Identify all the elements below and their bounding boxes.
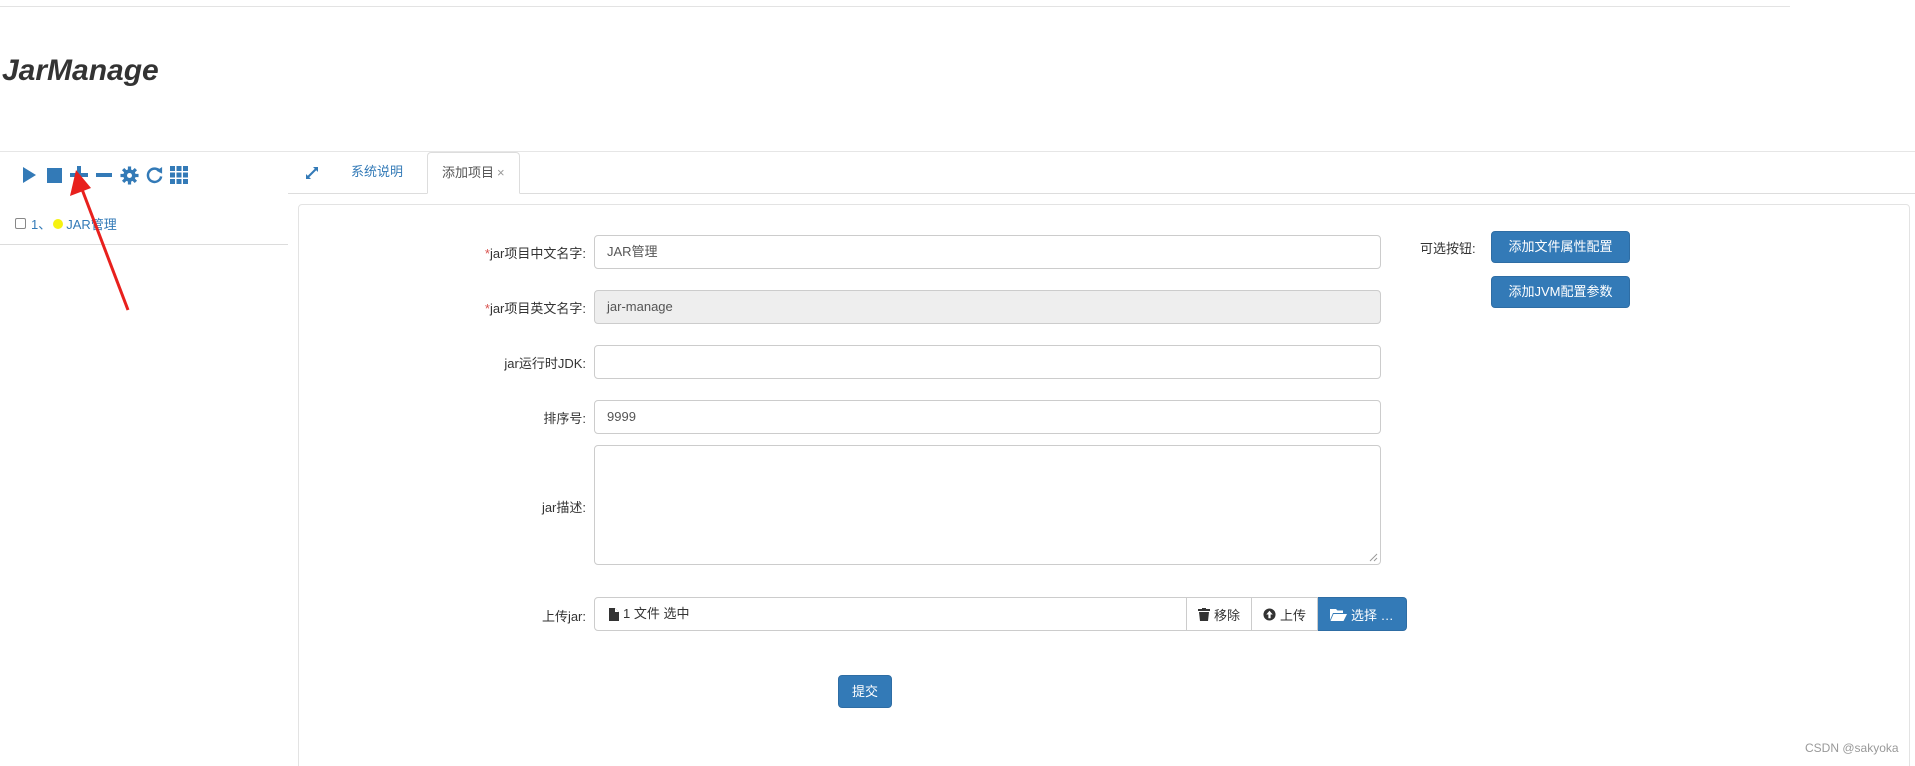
start-button[interactable] (18, 163, 40, 187)
upload-label-wrap: 上传jar: (300, 606, 586, 626)
top-strip (0, 0, 1790, 7)
tab-label: 系统说明 (351, 164, 404, 179)
expand-icon (306, 167, 318, 179)
stop-button[interactable] (43, 163, 65, 187)
jdk-input[interactable] (594, 345, 1381, 379)
en-name-label: *jar项目英文名字: (484, 301, 586, 316)
submit-button[interactable]: 提交 (838, 675, 892, 708)
cn-name-label: *jar项目中文名字: (484, 246, 586, 261)
tree-divider (0, 244, 288, 245)
tab-bar: 系统说明 添加项目 × (288, 152, 1915, 194)
upload-label: 上传jar: (541, 609, 586, 624)
desc-textarea[interactable] (594, 445, 1381, 565)
status-dot (53, 218, 64, 229)
tab-close-icon[interactable]: × (497, 165, 505, 180)
refresh-button[interactable] (143, 163, 165, 187)
add-jvm-config-button[interactable]: 添加JVM配置参数 (1491, 276, 1630, 308)
desc-label-wrap: jar描述: (300, 497, 586, 517)
file-caption[interactable]: 1 文件 选中 (594, 597, 1187, 631)
cn-name-label-wrap: *jar项目中文名字: (300, 243, 586, 263)
tree-item-number: 1、 (31, 217, 52, 232)
tree-item-checkbox[interactable] (15, 218, 26, 229)
play-icon (23, 167, 36, 183)
sort-label-wrap: 排序号: (300, 408, 586, 428)
resize-grip-icon[interactable] (1369, 553, 1378, 562)
remove-file-button[interactable]: 移除 (1187, 597, 1253, 631)
app-title: JarManage (2, 54, 159, 87)
trash-icon (1198, 607, 1210, 621)
stop-icon (46, 167, 62, 183)
watermark: CSDN @sakyoka (1805, 741, 1899, 755)
optional-buttons-label: 可选按钮: (1420, 241, 1476, 256)
grid-icon (170, 166, 188, 184)
file-icon (609, 607, 619, 621)
sort-label: 排序号: (543, 411, 586, 426)
en-name-label-wrap: *jar项目英文名字: (300, 298, 586, 318)
sort-input[interactable]: 9999 (594, 400, 1381, 434)
grid-view-button[interactable] (168, 163, 190, 187)
folder-open-icon (1330, 608, 1348, 621)
choose-file-button[interactable]: 选择 … (1318, 597, 1407, 631)
expand-button[interactable] (302, 163, 322, 183)
file-upload-group: 1 文件 选中 移除 上传 选择 … (594, 597, 1407, 631)
upload-file-button[interactable]: 上传 (1252, 597, 1319, 631)
annotation-arrow (70, 170, 130, 311)
en-name-input[interactable]: jar-manage (594, 290, 1381, 324)
upload-circle-icon (1263, 607, 1276, 621)
add-file-config-button[interactable]: 添加文件属性配置 (1491, 231, 1630, 263)
tab-label: 添加项目 (442, 165, 495, 180)
cn-name-input[interactable]: JAR管理 (594, 235, 1381, 269)
jdk-label-wrap: jar运行时JDK: (300, 353, 586, 373)
refresh-icon (146, 166, 162, 183)
jdk-label: jar运行时JDK: (504, 356, 586, 371)
app-root: JarManage 1、 JAR管理 系统说明 添加项目 × *jar项目中文名… (0, 0, 1915, 766)
tab-add-project[interactable]: 添加项目 × (427, 152, 520, 194)
desc-label: jar描述: (541, 500, 586, 515)
choose-label: 选择 … (1351, 607, 1394, 623)
file-caption-text: 1 文件 选中 (623, 606, 690, 621)
remove-label: 移除 (1214, 607, 1241, 623)
upload-label: 上传 (1280, 607, 1307, 623)
tab-system-info[interactable]: 系统说明 (337, 152, 417, 193)
